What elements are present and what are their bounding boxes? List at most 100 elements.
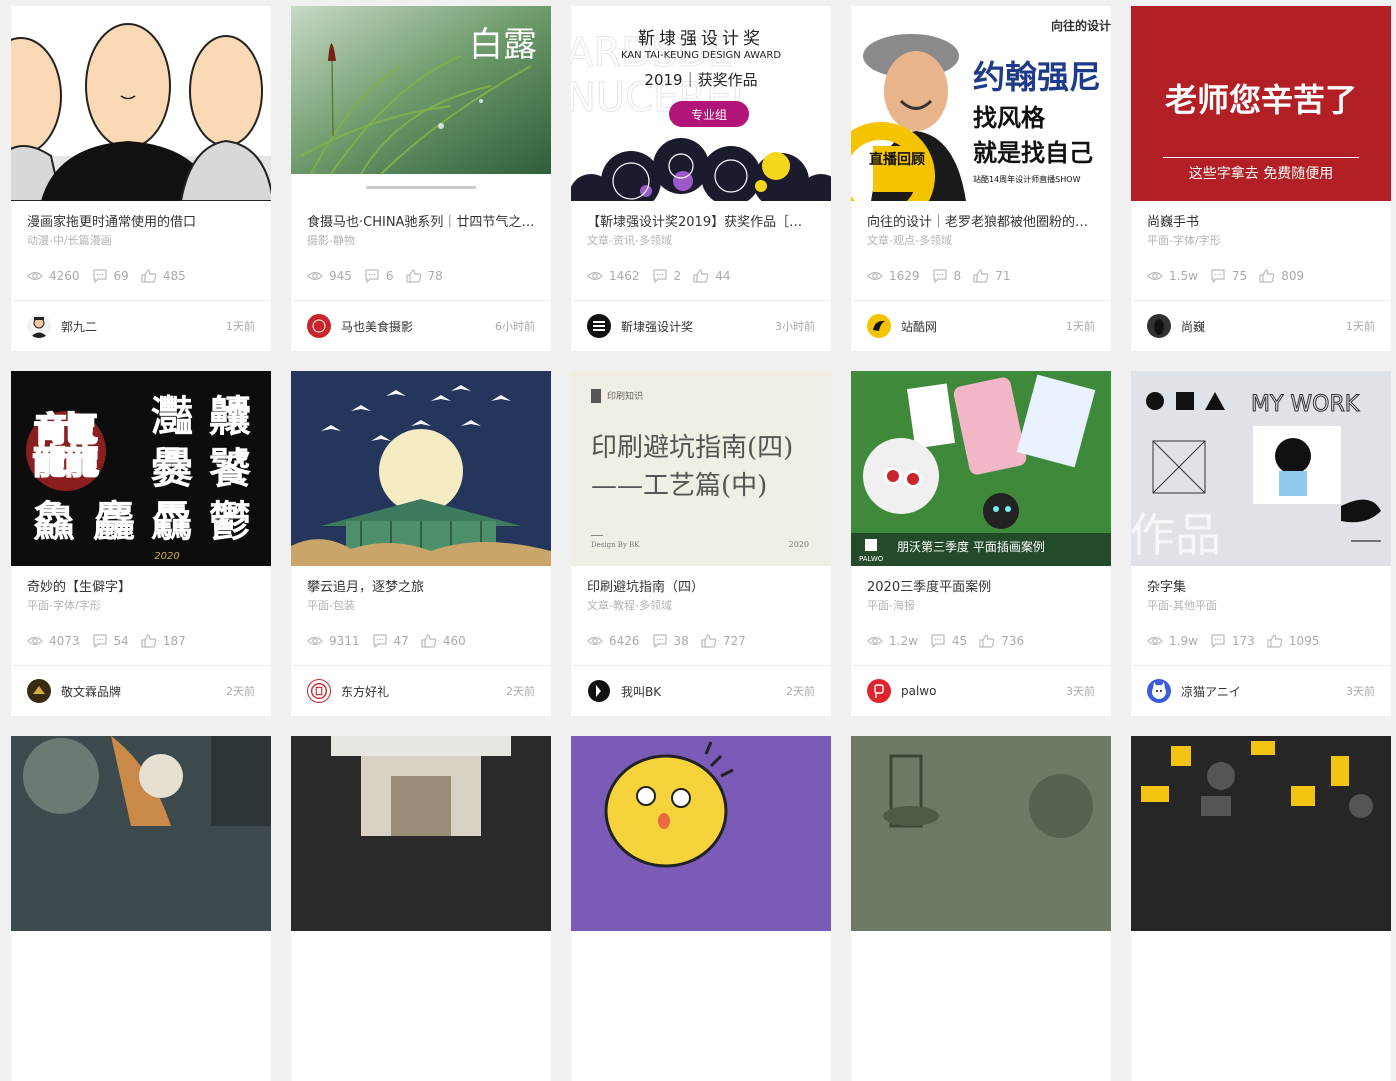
work-thumbnail[interactable]: MY WORK 作品 xyxy=(1131,371,1391,566)
comment-icon xyxy=(92,269,107,283)
likes-stat: 485 xyxy=(141,269,186,283)
comments-count: 38 xyxy=(673,634,689,648)
comments-count: 69 xyxy=(113,269,129,283)
avatar-image xyxy=(312,319,326,333)
work-title[interactable]: 印刷避坑指南（四） xyxy=(587,579,815,597)
eye-icon xyxy=(27,271,43,281)
author-link[interactable]: 我叫BK xyxy=(587,679,661,703)
card-divider xyxy=(571,300,831,301)
work-stats: 9311 47 460 xyxy=(307,633,478,649)
work-thumbnail[interactable] xyxy=(291,371,551,566)
work-title[interactable]: 奇妙的【生僻字】 xyxy=(27,579,255,597)
likes-count: 1095 xyxy=(1288,634,1320,648)
author-link[interactable]: 尚巍 xyxy=(1147,314,1205,338)
work-card[interactable] xyxy=(1131,736,1391,1081)
work-card[interactable]: 直播回顾 约翰强尼 找风格 就是找自己 站酷14周年设计师直播SHOW 向往的设… xyxy=(851,6,1111,351)
likes-count: 460 xyxy=(442,634,466,648)
avatar[interactable] xyxy=(27,679,51,703)
author-name[interactable]: 靳埭强设计奖 xyxy=(621,318,693,335)
author-link[interactable]: 凉猫アニイ xyxy=(1147,679,1241,703)
work-title[interactable]: 食摄马也·CHINA驰系列｜廿四节气之白露 xyxy=(307,214,535,232)
work-title[interactable]: 向往的设计｜老罗老狼都被他圈粉的设计师 xyxy=(867,214,1095,232)
work-thumbnail[interactable] xyxy=(291,736,551,931)
work-card[interactable]: 老师您辛苦了 这些字拿去 免费随便用 尚巍手书 平面-字体/字形 1.5w 75… xyxy=(1131,6,1391,351)
work-card[interactable] xyxy=(851,736,1111,1081)
author-name[interactable]: 马也美食摄影 xyxy=(341,318,413,335)
card-divider xyxy=(11,665,271,666)
avatar-image xyxy=(33,686,45,694)
work-card[interactable]: 印刷知识 印刷避坑指南(四) ——工艺篇(中) Design By BK 202… xyxy=(571,371,831,716)
author-name[interactable]: 站酷网 xyxy=(901,318,937,335)
author-name[interactable]: 敬文霖品牌 xyxy=(61,683,121,700)
comments-stat: 2 xyxy=(652,269,681,283)
author-name[interactable]: 尚巍 xyxy=(1181,318,1205,335)
work-thumbnail[interactable] xyxy=(571,736,831,931)
work-thumbnail[interactable]: 老师您辛苦了 这些字拿去 免费随便用 xyxy=(1131,6,1391,201)
work-thumbnail[interactable]: 印刷知识 印刷避坑指南(四) ——工艺篇(中) Design By BK 202… xyxy=(571,371,831,566)
author-link[interactable]: palwo xyxy=(867,679,936,703)
avatar-image xyxy=(310,682,328,700)
work-thumbnail[interactable] xyxy=(11,736,271,931)
work-thumbnail[interactable]: 直播回顾 约翰强尼 找风格 就是找自己 站酷14周年设计师直播SHOW 向往的设… xyxy=(851,6,1111,201)
author-link[interactable]: 东方好礼 xyxy=(307,679,389,703)
author-name[interactable]: palwo xyxy=(901,684,936,698)
work-title[interactable]: 杂字集 xyxy=(1147,579,1375,597)
views-count: 1.5w xyxy=(1169,269,1198,283)
work-thumbnail[interactable]: PALWO 朋沃第三季度 平面插画案例 xyxy=(851,371,1111,566)
author-name[interactable]: 我叫BK xyxy=(621,683,661,700)
comments-stat: 38 xyxy=(652,634,689,648)
work-card[interactable]: MY WORK 作品 杂字集 平面-其他平面 1.9w 173 1095 凉猫ア… xyxy=(1131,371,1391,716)
comments-stat: 6 xyxy=(364,269,394,283)
avatar[interactable] xyxy=(1147,679,1171,703)
author-link[interactable]: 敬文霖品牌 xyxy=(27,679,121,703)
work-thumbnail[interactable]: 龘 灩 齉 爨 饕 鱻 麤 驫 鬱 2020 xyxy=(11,371,271,566)
comments-stat: 69 xyxy=(92,269,129,283)
author-link[interactable]: 站酷网 xyxy=(867,314,937,338)
author-name[interactable]: 东方好礼 xyxy=(341,683,389,700)
work-card[interactable]: 白露 食摄马也·CHINA驰系列｜廿四节气之白露 摄影-静物 945 6 78 xyxy=(291,6,551,351)
work-card[interactable] xyxy=(571,736,831,1081)
eye-icon xyxy=(867,636,883,646)
comment-icon xyxy=(652,634,667,648)
comment-icon xyxy=(652,269,667,283)
thumb-tag: 印刷知识 xyxy=(607,390,643,402)
work-card[interactable] xyxy=(11,736,271,1081)
work-title[interactable]: 漫画家拖更时通常使用的借口 xyxy=(27,214,255,232)
work-title[interactable]: 尚巍手书 xyxy=(1147,214,1375,232)
work-card[interactable]: 攀云追月，逐梦之旅 平面-包装 9311 47 460 东方好礼 2天前 xyxy=(291,371,551,716)
work-card[interactable]: ARDSDE NUCEREI 靳埭强设计奖 KAN TAI-KEUNG DESI… xyxy=(571,6,831,351)
comment-icon xyxy=(92,634,107,648)
comment-icon xyxy=(931,634,945,648)
avatar[interactable] xyxy=(1147,314,1171,338)
svg-text:齉: 齉 xyxy=(209,392,251,441)
author-name[interactable]: 郭九二 xyxy=(61,318,97,335)
work-thumbnail[interactable] xyxy=(851,736,1111,931)
work-card[interactable]: 龘 灩 齉 爨 饕 鱻 麤 驫 鬱 2020 奇妙的【生僻字】 平面-字体/字形… xyxy=(11,371,271,716)
work-card[interactable]: 漫画家拖更时通常使用的借口 动漫-中/长篇漫画 4260 69 485 郭九二 … xyxy=(11,6,271,351)
author-link[interactable]: 靳埭强设计奖 xyxy=(587,314,693,338)
work-card[interactable] xyxy=(291,736,551,1081)
work-title[interactable]: 攀云追月，逐梦之旅 xyxy=(307,579,535,597)
work-title[interactable]: 【靳埭强设计奖2019】获奖作品［专业组］ xyxy=(587,214,815,232)
work-category: 平面-包装 xyxy=(307,599,355,612)
avatar[interactable] xyxy=(27,314,51,338)
comments-count: 75 xyxy=(1231,269,1248,283)
work-title[interactable]: 2020三季度平面案例 xyxy=(867,579,1095,597)
work-card[interactable]: PALWO 朋沃第三季度 平面插画案例 2020三季度平面案例 平面-海报 1.… xyxy=(851,371,1111,716)
views-count: 1462 xyxy=(609,269,640,283)
work-thumbnail[interactable]: ARDSDE NUCEREI 靳埭强设计奖 KAN TAI-KEUNG DESI… xyxy=(571,6,831,201)
avatar[interactable] xyxy=(307,679,331,703)
work-thumbnail[interactable] xyxy=(1131,736,1391,931)
thumbnail-image: PALWO 朋沃第三季度 平面插画案例 xyxy=(851,371,1111,566)
avatar[interactable] xyxy=(867,679,891,703)
author-link[interactable]: 郭九二 xyxy=(27,314,97,338)
avatar[interactable] xyxy=(587,679,611,703)
work-thumbnail[interactable] xyxy=(11,6,271,201)
work-thumbnail[interactable]: 白露 xyxy=(291,6,551,201)
author-name[interactable]: 凉猫アニイ xyxy=(1181,683,1241,700)
author-link[interactable]: 马也美食摄影 xyxy=(307,314,413,338)
avatar[interactable] xyxy=(867,314,891,338)
avatar[interactable] xyxy=(587,314,611,338)
avatar[interactable] xyxy=(307,314,331,338)
likes-stat: 809 xyxy=(1259,269,1304,283)
